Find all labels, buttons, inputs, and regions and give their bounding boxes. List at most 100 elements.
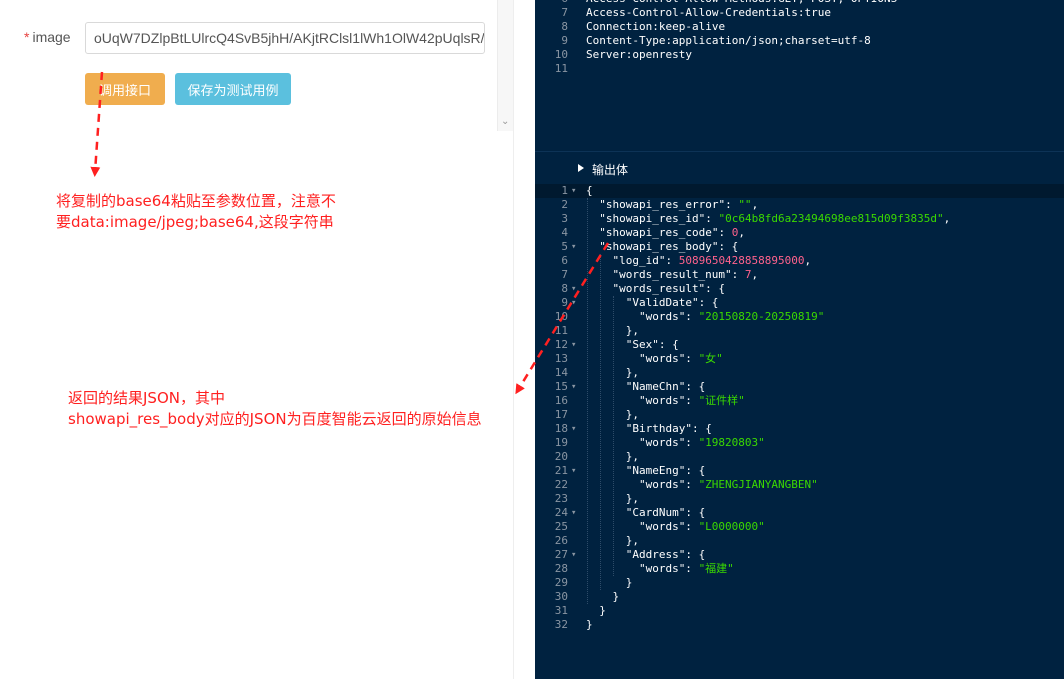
json-token: "words_result": { (612, 282, 726, 295)
json-token: }, (625, 366, 639, 379)
json-token: "words": (638, 520, 699, 533)
json-text: "words": "19820803" (639, 436, 765, 450)
json-token: }, (625, 408, 639, 421)
annotation-line: showapi_res_body对应的JSON为百度智能云返回的原始信息 (68, 410, 482, 428)
json-token: "words": (638, 562, 699, 575)
code-line: 7 Access-Control-Allow-Credentials:true (535, 6, 1064, 20)
fold-arrow-icon[interactable]: ▾ (571, 422, 576, 436)
json-token: "words": (638, 436, 699, 449)
fold-arrow-icon[interactable]: ▾ (571, 184, 576, 198)
json-text: "words": "L0000000" (639, 520, 765, 534)
expand-triangle-icon (578, 164, 584, 172)
line-number: 25 (554, 520, 568, 533)
json-text: { (586, 184, 593, 198)
code-line: 4 "showapi_res_code": 0, (535, 226, 1064, 240)
json-token: } (586, 618, 593, 631)
json-token: "words": (638, 310, 699, 323)
line-number: 29 (554, 576, 568, 589)
line-number: 26 (554, 534, 568, 547)
save-test-case-button[interactable]: 保存为测试用例 (175, 73, 291, 105)
json-token: } (625, 576, 633, 589)
panel-divider (513, 0, 514, 679)
json-token: "showapi_res_body": { (599, 240, 739, 253)
fold-arrow-icon[interactable]: ▾ (571, 240, 576, 254)
json-string: "ZHENGJIANYANGBEN" (698, 478, 818, 491)
header-text: Content-Type:application/json;charset=ut… (586, 34, 871, 47)
fold-arrow-icon[interactable]: ▾ (571, 380, 576, 394)
json-token: "CardNum": { (625, 506, 706, 519)
line-number: 23 (554, 492, 568, 505)
line-number: 13 (554, 352, 568, 365)
json-string: "20150820-20250819" (698, 310, 825, 323)
line-number: 9 (561, 296, 568, 309)
line-number: 31 (554, 604, 568, 617)
code-line: 29} (535, 576, 1064, 590)
code-line: 30} (535, 590, 1064, 604)
json-text: "CardNum": { (626, 506, 705, 520)
json-string: "福建" (698, 562, 734, 575)
fold-arrow-icon[interactable]: ▾ (571, 506, 576, 520)
json-string: "证件样" (698, 394, 745, 407)
json-text: }, (626, 366, 639, 380)
fold-arrow-icon[interactable]: ▾ (571, 548, 576, 562)
image-label-text: image (32, 29, 71, 45)
annotation-paste-base64: 将复制的base64粘贴至参数位置，注意不 要data:image/jpeg;b… (56, 191, 386, 233)
line-number: 28 (554, 562, 568, 575)
json-token: "ValidDate": { (625, 296, 719, 309)
json-token: "words": (638, 352, 699, 365)
line-number: 3 (561, 212, 568, 225)
line-number: 10 (554, 48, 568, 61)
json-token: } (612, 590, 620, 603)
line-number: 7 (561, 6, 568, 19)
line-number: 21 (554, 464, 568, 477)
code-line: 5 ▾ "showapi_res_body": { (535, 240, 1064, 254)
json-text: "words": "ZHENGJIANYANGBEN" (639, 478, 818, 492)
output-body-editor[interactable]: 1 ▾{2 "showapi_res_error": "", 3 "showapi_re… (535, 184, 1064, 632)
json-token: }, (625, 534, 639, 547)
json-string: "女" (698, 352, 723, 365)
line-number: 6 (561, 254, 568, 267)
request-form-panel: * image oUqW7DZlpBtLUlrcQ4SvB5jhH/AKjtRCl… (0, 0, 514, 679)
fold-arrow-icon[interactable]: ▾ (571, 296, 576, 310)
json-token: , (751, 268, 759, 281)
json-number: 5089650428858895000 (678, 254, 805, 267)
json-token: , (804, 254, 812, 267)
code-line: 8 ▾ "words_result": { (535, 282, 1064, 296)
line-number: 9 (561, 34, 568, 47)
indent-guide (587, 198, 588, 604)
json-text: "words": "福建" (639, 562, 734, 576)
annotation-result-json: 返回的结果JSON，其中 showapi_res_body对应的JSON为百度智… (68, 388, 528, 430)
json-text: }, (626, 408, 639, 422)
form-scrollbar[interactable]: ⌄ (497, 0, 514, 131)
json-text: "words_result": { (612, 282, 725, 296)
code-line: 7 "words_result_num": 7, (535, 268, 1064, 282)
image-input[interactable]: oUqW7DZlpBtLUlrcQ4SvB5jhH/AKjtRClsl1lWh1… (85, 22, 485, 54)
json-token: "showapi_res_code": (599, 226, 732, 239)
json-token: { (586, 184, 593, 197)
response-headers-editor[interactable]: 6Access-Control-Allow-Methods:GET, POST,… (535, 0, 1064, 76)
scroll-down-icon[interactable]: ⌄ (501, 116, 509, 128)
json-token: "words": (638, 394, 699, 407)
output-body-header[interactable]: 输出体 (535, 151, 1064, 184)
code-line: 32} (535, 618, 1064, 632)
code-line: 6 "log_id": 5089650428858895000, (535, 254, 1064, 268)
fold-arrow-icon[interactable]: ▾ (571, 464, 576, 478)
fold-arrow-icon[interactable]: ▾ (571, 282, 576, 296)
json-text: } (612, 590, 619, 604)
line-number: 2 (561, 198, 568, 211)
json-token: "NameEng": { (625, 464, 706, 477)
json-text: "showapi_res_body": { (599, 240, 738, 254)
fold-arrow-icon[interactable]: ▾ (571, 338, 576, 352)
json-token: , (738, 226, 745, 239)
call-api-button[interactable]: 调用接口 (85, 73, 165, 105)
code-line: 2 "showapi_res_error": "", (535, 198, 1064, 212)
json-text: "log_id": 5089650428858895000, (612, 254, 811, 268)
json-token: "log_id": (612, 254, 679, 267)
line-number: 8 (561, 282, 568, 295)
line-number: 15 (554, 380, 568, 393)
json-text: "NameChn": { (626, 380, 705, 394)
required-mark: * (24, 29, 30, 45)
annotation-line: 返回的结果JSON，其中 (68, 389, 225, 407)
json-token: "Address": { (625, 548, 706, 561)
line-number: 27 (554, 548, 568, 561)
